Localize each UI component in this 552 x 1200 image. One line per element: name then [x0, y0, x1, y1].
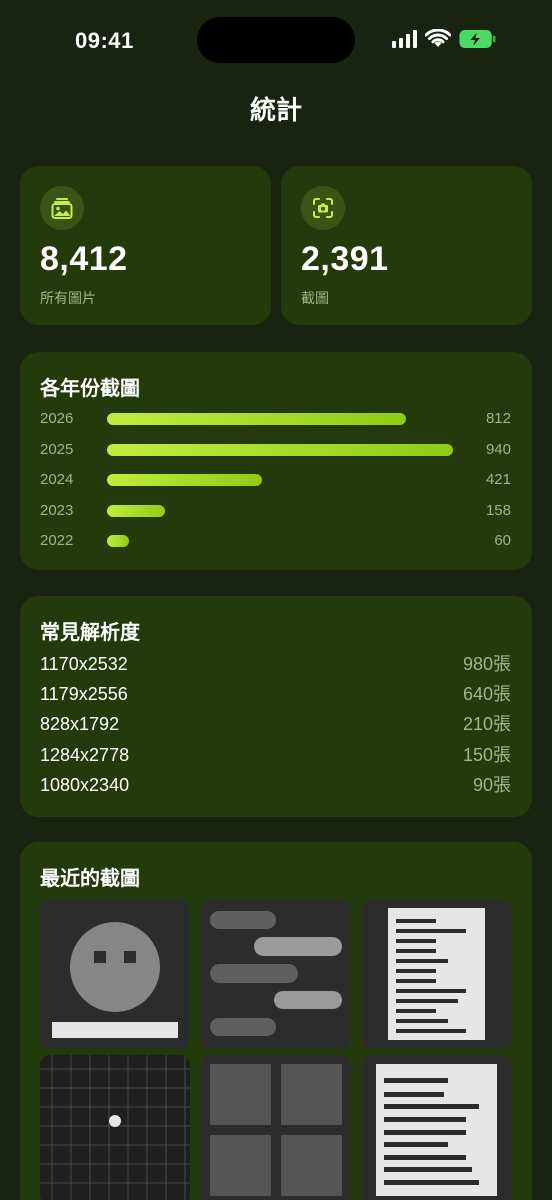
year-count: 60: [494, 532, 511, 549]
resolution-count: 150張: [462, 744, 511, 765]
dynamic-island: [197, 17, 355, 63]
year-bar: [107, 443, 453, 456]
year-count: 421: [485, 471, 511, 488]
year-row: 2025 940: [40, 440, 511, 460]
screenshots-count: 2,391: [301, 240, 389, 278]
resolution-count: 90張: [472, 774, 511, 795]
recent-section-title: 最近的截圖: [40, 868, 140, 890]
year-row: 2026 812: [40, 409, 511, 429]
resolution-row: 1179x2556 640張: [40, 682, 511, 706]
year-count: 812: [485, 410, 511, 427]
document-screenshot-image: [388, 908, 485, 1040]
year-label: 2025: [40, 440, 74, 458]
recent-screenshot-thumbnail[interactable]: [201, 899, 351, 1049]
cellular-signal-icon: [392, 30, 417, 48]
resolution-row: 828x1792 210張: [40, 712, 511, 736]
year-row: 2023 158: [40, 501, 511, 521]
photo-stack-icon: [40, 186, 84, 230]
all-photos-count: 8,412: [40, 240, 128, 278]
recent-screenshots-card: 最近的截圖: [20, 842, 532, 1200]
resolution-label: 828x1792: [40, 714, 120, 735]
resolution-count: 210張: [462, 714, 511, 735]
year-bar: [107, 474, 262, 486]
page-title: 統計: [249, 95, 302, 125]
resolution-count: 640張: [462, 684, 511, 705]
status-icons: [392, 29, 497, 49]
resolutions-card: 常見解析度 1170x2532 980張 1179x2556 640張 828x1792…: [20, 596, 532, 817]
resolutions-section-title: 常見解析度: [40, 622, 140, 644]
year-count: 940: [485, 440, 511, 458]
years-section-title: 各年份截圖: [40, 378, 140, 400]
recent-screenshot-thumbnail[interactable]: [362, 1055, 512, 1200]
screenshots-label: 截圖: [301, 290, 329, 306]
resolution-label: 1080x2340: [40, 774, 130, 795]
all-photos-label: 所有圖片: [40, 290, 96, 306]
recent-screenshot-thumbnail[interactable]: [201, 1055, 351, 1200]
screenshot-icon: [301, 186, 345, 230]
year-row: 2024 421: [40, 470, 511, 490]
wifi-icon: [425, 29, 451, 47]
year-label: 2026: [40, 410, 74, 427]
recent-screenshot-thumbnail[interactable]: [40, 1055, 190, 1200]
resolution-label: 1170x2532: [40, 654, 128, 674]
status-bar: 09:41: [0, 0, 552, 80]
year-row: 2022 60: [40, 531, 511, 551]
resolution-label: 1284x2778: [40, 744, 130, 765]
year-label: 2022: [40, 532, 74, 549]
resolution-count: 980張: [462, 654, 511, 674]
year-label: 2023: [40, 501, 74, 519]
battery-charging-icon: [459, 29, 496, 49]
recent-screenshot-thumbnail[interactable]: [40, 899, 190, 1049]
all-photos-card[interactable]: 8,412 所有圖片: [20, 166, 271, 325]
recent-screenshot-thumbnail[interactable]: [362, 899, 512, 1049]
year-count: 158: [485, 501, 511, 519]
text-screenshot-image: [376, 1064, 497, 1196]
resolution-row: 1170x2532 980張: [40, 652, 511, 676]
year-label: 2024: [40, 471, 74, 488]
year-bar: [107, 504, 165, 517]
year-bar: [107, 413, 406, 425]
year-bar: [107, 535, 129, 547]
tiles-screenshot-image: [210, 1064, 342, 1196]
resolution-label: 1179x2556: [40, 684, 128, 705]
resolution-row: 1284x2778 150張: [40, 743, 511, 767]
grid-screenshot-image: [40, 1055, 190, 1200]
screenshots-card[interactable]: 2,391 截圖: [281, 166, 532, 325]
years-card: 各年份截圖 2026 812 2025 940 2024 421 2023 158 2022 60: [20, 352, 532, 570]
face-screenshot-image: [52, 922, 178, 1038]
status-time: 09:41: [75, 28, 134, 53]
resolution-row: 1080x2340 90張: [40, 773, 511, 797]
chat-screenshot-image: [210, 911, 342, 1036]
